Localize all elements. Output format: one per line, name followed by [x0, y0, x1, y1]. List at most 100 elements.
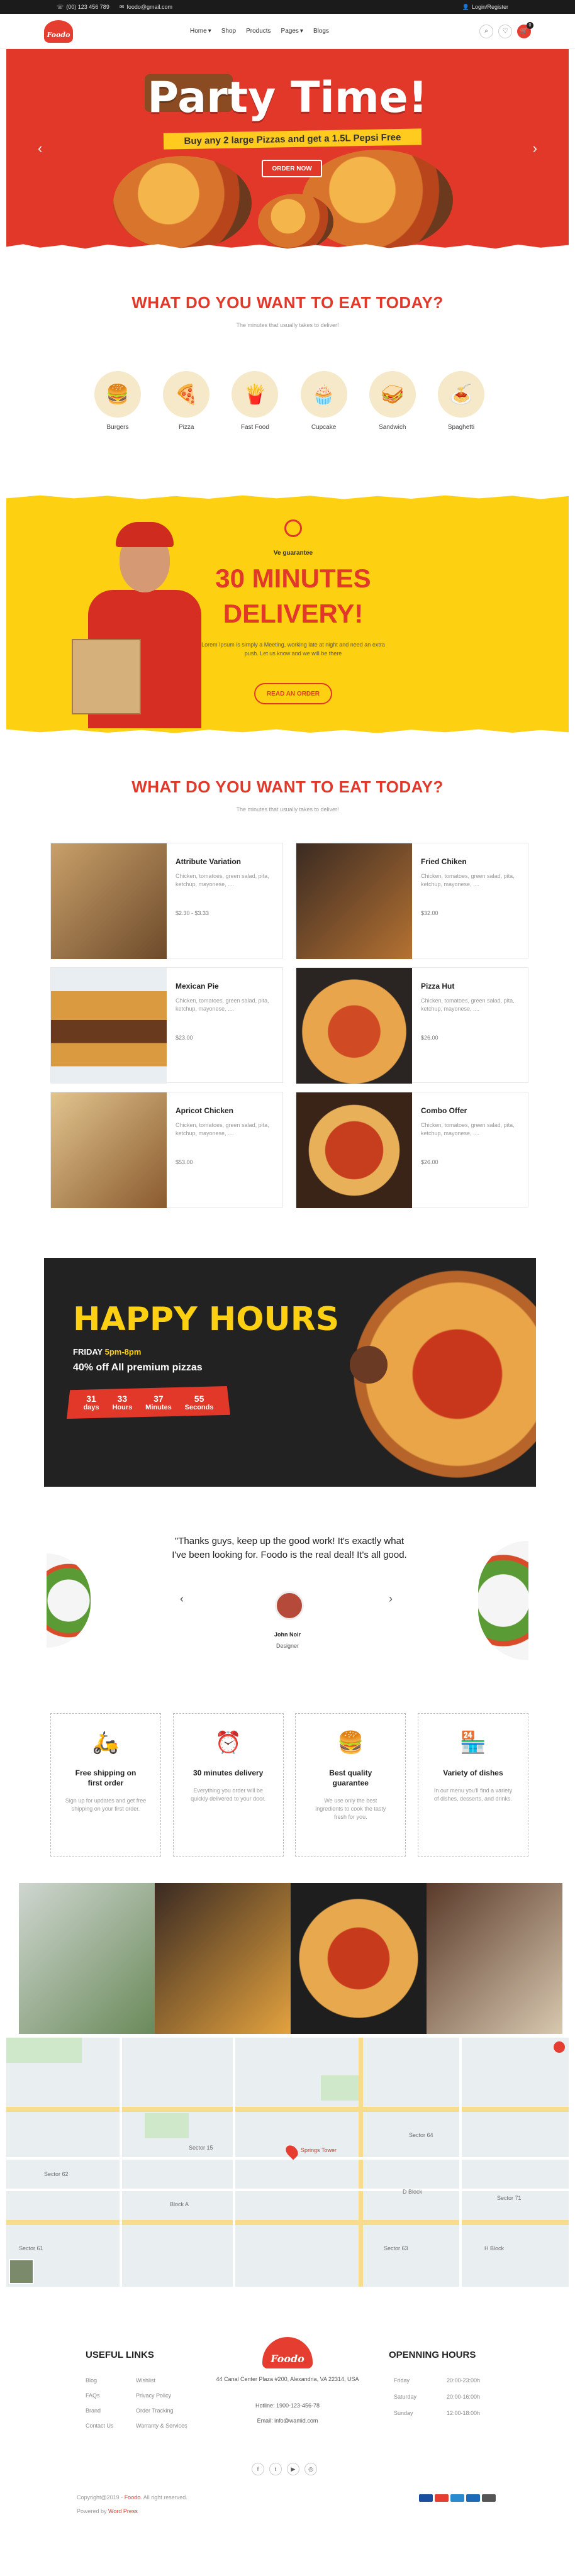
category-list: 🍔 Burgers 🍕 Pizza 🍟 Fast Food 🧁 Cupcake 🥪 San… [94, 371, 484, 431]
nav-shop[interactable]: Shop [221, 28, 236, 35]
gallery-image[interactable] [427, 1883, 562, 2034]
phone-text: (00) 123 456 789 [66, 4, 109, 10]
nav-pages[interactable]: Pages ▾ [281, 28, 303, 35]
top-bar: ☏ (00) 123 456 789 ✉ foodo@gmail.com 👤 L… [0, 0, 575, 14]
user-icon: 👤 [462, 3, 469, 10]
mail-icon: ✉ [119, 3, 125, 10]
location-map[interactable]: Sector 62 Sector 63 Sector 61 Sector 71 … [6, 2038, 569, 2287]
feature-card: 🏪 Variety of dishes In our menu you'll fin… [417, 1713, 528, 1857]
opening-hours-title: OPENNING HOURS [389, 2350, 476, 2360]
chevron-right-icon[interactable]: › [389, 1592, 393, 1606]
chevron-right-icon[interactable]: › [533, 140, 537, 157]
instagram-icon[interactable]: ◎ [304, 2463, 317, 2475]
burger-icon: 🍔 [337, 1731, 364, 1755]
footer-link[interactable]: Contact Us [86, 2423, 114, 2429]
footer-address: 44 Canal Center Plaza #200, Alexandria, … [216, 2376, 359, 2382]
happy-hours-offer: 40% off All premium pizzas [73, 1362, 203, 1373]
read-order-button[interactable]: READ AN ORDER [254, 683, 332, 704]
store-icon: 🏪 [459, 1731, 487, 1755]
sandwich-icon: 🥪 [369, 371, 416, 418]
delivery-guarantee: Ve guarantee [273, 550, 313, 557]
map-marker-icon [554, 2041, 565, 2053]
email-info: ✉ foodo@gmail.com [120, 4, 172, 11]
nav-home[interactable]: Home ▾ [190, 28, 211, 35]
heart-icon[interactable]: ♡ [498, 24, 512, 38]
nav-products[interactable]: Products [246, 28, 271, 35]
footer-link[interactable]: Privacy Policy [136, 2392, 171, 2399]
gallery-image[interactable] [155, 1883, 291, 2034]
happy-hours-title: HAPPY HOURS [73, 1301, 340, 1338]
countdown-minutes: 37 Minutes [145, 1394, 172, 1411]
burger-image [51, 968, 167, 1084]
category-sandwich[interactable]: 🥪 Sandwich [369, 371, 416, 431]
feature-card: 🍔 Best quality guarantee We use only the b… [295, 1713, 406, 1857]
hero-slider: Party Time! Buy any 2 large Pizzas and g… [6, 49, 569, 249]
categories-subtitle: The minutes that usually takes to delive… [236, 322, 339, 328]
header-actions: ⌕ ♡ 🛒 0 [479, 21, 533, 38]
torn-edge [6, 494, 569, 499]
countdown-hours: 33 Hours [112, 1394, 133, 1411]
phone-info: ☏ (00) 123 456 789 [57, 4, 109, 11]
footer-link[interactable]: Order Tracking [136, 2407, 174, 2414]
testimonial-name: John Noir [274, 1631, 301, 1638]
pizza-icon: 🍕 [163, 371, 210, 418]
paypal-icon [466, 2494, 480, 2502]
login-link[interactable]: 👤 Login/Register [462, 4, 508, 11]
chevron-left-icon[interactable]: ‹ [38, 140, 42, 157]
facebook-icon[interactable]: f [252, 2463, 264, 2475]
chevron-left-icon[interactable]: ‹ [180, 1592, 184, 1606]
useful-links-title: USEFUL LINKS [86, 2350, 154, 2360]
map-pin-label: Springs Tower [301, 2147, 337, 2153]
footer-link[interactable]: Blog [86, 2377, 97, 2384]
delivery-text: Lorem Ipsum is simply a Meeting, working… [201, 641, 385, 657]
category-cupcake[interactable]: 🧁 Cupcake [300, 371, 347, 431]
search-icon[interactable]: ⌕ [479, 24, 493, 38]
hotdog-image [51, 1092, 167, 1208]
youtube-icon[interactable]: ▶ [287, 2463, 299, 2475]
menu-card[interactable]: Combo Offer Chicken, tomatoes, green sal… [296, 1092, 528, 1208]
clock-icon: ⏰ [215, 1731, 242, 1755]
menu-title: WHAT DO YOU WANT TO EAT TODAY? [131, 777, 444, 796]
menu-card[interactable]: Fried Chiken Chicken, tomatoes, green sa… [296, 843, 528, 959]
countdown-seconds: 55 Seconds [184, 1394, 214, 1411]
spaghetti-icon: 🍝 [437, 371, 484, 418]
footer-hotline: Hotline: 1900-123-456-78 [255, 2402, 320, 2409]
main-header: Foodo Home ▾ Shop Products Pages ▾ Blogs ⌕… [0, 14, 575, 49]
hero-subtitle: Buy any 2 large Pizzas and get a 1.5L Pe… [163, 128, 422, 150]
mastercard-icon [435, 2494, 449, 2502]
footer-link[interactable]: FAQs [86, 2392, 100, 2399]
feature-card: ⏰ 30 minutes delivery Everything you order… [172, 1713, 284, 1857]
payment-methods [419, 2494, 496, 2502]
pizza-image [258, 194, 333, 249]
gallery-image[interactable] [19, 1883, 155, 2034]
menu-card[interactable]: Mexican Pie Chicken, tomatoes, green sal… [50, 967, 283, 1084]
clock-icon [284, 519, 302, 537]
burger-icon: 🍔 [94, 371, 141, 418]
menu-card[interactable]: Apricot Chicken Chicken, tomatoes, green… [50, 1092, 283, 1208]
amex-icon [450, 2494, 464, 2502]
category-pizza[interactable]: 🍕 Pizza [163, 371, 210, 431]
map-layer-toggle[interactable] [9, 2259, 34, 2284]
footer-link[interactable]: Brand [86, 2407, 101, 2414]
category-burgers[interactable]: 🍔 Burgers [94, 371, 141, 431]
category-spaghetti[interactable]: 🍝 Spaghetti [437, 371, 484, 431]
features-list: 🛵 Free shipping on first order Sign up for… [50, 1713, 528, 1857]
menu-card[interactable]: Attribute Variation Chicken, tomatoes, g… [50, 843, 283, 959]
twitter-icon[interactable]: t [269, 2463, 282, 2475]
delivery-man-image [72, 519, 208, 728]
gallery-image[interactable] [291, 1883, 427, 2034]
testimonial-role: Designer [276, 1643, 299, 1649]
avatar [275, 1591, 304, 1620]
footer-link[interactable]: Warranty & Services [136, 2423, 187, 2429]
scooter-icon: 🛵 [92, 1731, 120, 1755]
menu-card[interactable]: Pizza Hut Chicken, tomatoes, green salad… [296, 967, 528, 1084]
site-logo[interactable]: Foodo [44, 19, 73, 43]
powered-by: Powered by Word Press [77, 2508, 138, 2514]
nav-blogs[interactable]: Blogs [313, 28, 329, 35]
cart-icon[interactable]: 🛒 0 [517, 21, 533, 38]
footer-link[interactable]: Wishlist [136, 2377, 155, 2384]
fries-icon: 🍟 [232, 371, 279, 418]
footer-logo[interactable]: Foodo [262, 2337, 313, 2368]
order-now-button[interactable]: ORDER NOW [262, 160, 322, 177]
category-fast-food[interactable]: 🍟 Fast Food [232, 371, 279, 431]
